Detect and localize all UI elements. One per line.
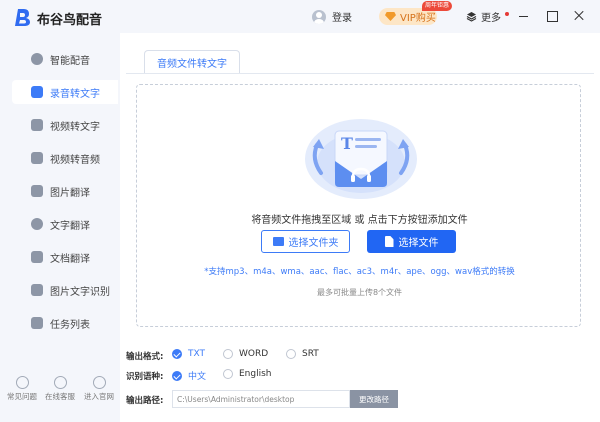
more-menu-button[interactable]: 更多 — [466, 9, 509, 24]
sidebar-item-label: 智能配音 — [50, 55, 90, 67]
select-file-label: 选择文件 — [398, 238, 439, 249]
sidebar-item-smart-dub[interactable]: 智能配音 — [12, 47, 118, 71]
language-radio-chinese[interactable]: 中文 — [172, 369, 206, 382]
support-icon — [53, 376, 67, 389]
sidebar-item-text-translate[interactable]: 文字翻译 — [12, 212, 118, 236]
sidebar-item-label: 文字翻译 — [50, 220, 90, 232]
promo-badge: 周年钜惠 — [422, 1, 453, 11]
online-support-link[interactable]: 在线客服 — [45, 376, 75, 402]
sidebar-item-video-to-text[interactable]: 视频转文字 — [12, 113, 118, 137]
output-path-input[interactable] — [172, 390, 350, 408]
ocr-icon — [31, 284, 43, 296]
change-path-button[interactable]: 更改路径 — [350, 390, 398, 408]
tab-audio-to-text[interactable]: 音频文件转文字 — [144, 50, 240, 74]
sidebar-item-label: 视频转音频 — [50, 154, 100, 166]
language-radio-english[interactable]: English — [223, 369, 272, 379]
maximize-button[interactable] — [542, 6, 562, 26]
task-list-icon — [31, 317, 43, 329]
file-drop-zone[interactable]: T 将音频文件拖拽至区域 或 点击下方按钮添加文件 选择文件夹 选择文件 *支持… — [136, 84, 581, 327]
app-title: 布谷鸟配音 — [37, 13, 103, 28]
diamond-icon — [385, 12, 396, 21]
radio-checked-icon — [172, 370, 182, 381]
format-option-label: TXT — [188, 349, 206, 359]
format-option-label: SRT — [302, 349, 319, 359]
radio-unchecked-icon — [223, 369, 233, 379]
main-panel: 音频文件转文字 T 将音频文件拖拽至区域 或 点击下方按钮添加文件 选择文件夹 … — [120, 33, 600, 422]
sidebar-item-task-list[interactable]: 任务列表 — [12, 311, 118, 335]
sidebar-item-image-translate[interactable]: 图片翻译 — [12, 179, 118, 203]
sidebar-item-label: 图片文字识别 — [50, 286, 110, 298]
format-option-label: WORD — [239, 349, 269, 359]
sidebar-item-ocr[interactable]: 图片文字识别 — [12, 278, 118, 302]
language-option-label: English — [239, 369, 272, 379]
batch-limit-text: 最多可批量上传8个文件 — [316, 288, 403, 297]
supported-formats-text: *支持mp3、m4a、wma、aac、flac、ac3、m4r、ape、ogg、… — [204, 267, 515, 277]
sidebar-item-label: 视频转文字 — [50, 121, 100, 133]
sidebar-item-label: 录音转文字 — [50, 88, 100, 100]
login-button[interactable]: 登录 — [312, 9, 352, 24]
radio-checked-icon — [172, 349, 182, 359]
sidebar-item-audio-to-text[interactable]: 录音转文字 — [12, 80, 118, 104]
sidebar: 智能配音 录音转文字 视频转文字 视频转音频 图片翻译 文字翻译 文档翻译 图片… — [0, 33, 120, 422]
folder-icon — [272, 237, 284, 246]
sidebar-item-video-to-audio[interactable]: 视频转音频 — [12, 146, 118, 170]
faq-link[interactable]: 常见问题 — [7, 376, 37, 402]
support-label: 在线客服 — [45, 392, 75, 401]
format-radio-txt[interactable]: TXT — [172, 349, 205, 359]
more-label: 更多 — [481, 13, 501, 24]
drop-hint-text: 将音频文件拖拽至区域 或 点击下方按钮添加文件 — [251, 215, 468, 226]
text-translate-icon — [31, 218, 43, 230]
video-to-text-icon — [31, 119, 43, 131]
video-to-audio-icon — [31, 152, 43, 164]
output-path-label: 输出路径: — [126, 396, 164, 406]
language-option-label: 中文 — [188, 372, 207, 382]
sidebar-item-label: 图片翻译 — [50, 187, 90, 199]
format-radio-srt[interactable]: SRT — [286, 349, 319, 359]
image-translate-icon — [31, 185, 43, 197]
sidebar-item-label: 任务列表 — [50, 319, 90, 331]
radio-unchecked-icon — [223, 349, 233, 359]
vip-label: VIP购买 — [400, 13, 436, 24]
sidebar-item-label: 文档翻译 — [50, 253, 90, 265]
layers-icon — [466, 12, 477, 22]
select-file-button[interactable]: 选择文件 — [367, 230, 456, 253]
file-icon — [384, 236, 394, 247]
doc-translate-icon — [31, 251, 43, 263]
smart-dub-icon — [31, 53, 43, 65]
website-icon — [92, 376, 106, 389]
format-radio-word[interactable]: WORD — [223, 349, 268, 359]
faq-label: 常见问题 — [7, 392, 37, 401]
sidebar-item-doc-translate[interactable]: 文档翻译 — [12, 245, 118, 269]
output-format-label: 输出格式: — [126, 352, 164, 362]
audio-to-text-icon — [31, 86, 43, 98]
website-link[interactable]: 进入官网 — [84, 376, 114, 402]
app-logo-icon — [15, 9, 30, 26]
upload-illustration-icon: T — [305, 119, 417, 199]
notification-dot — [505, 11, 509, 16]
radio-unchecked-icon — [286, 349, 296, 359]
login-label: 登录 — [332, 13, 352, 24]
website-label: 进入官网 — [84, 392, 114, 401]
close-button[interactable] — [569, 6, 589, 26]
select-folder-label: 选择文件夹 — [288, 238, 339, 249]
faq-icon — [15, 376, 29, 389]
svg-text:T: T — [341, 134, 353, 153]
minimize-button[interactable] — [514, 6, 534, 26]
language-label: 识别语种: — [126, 372, 164, 382]
user-avatar-icon — [312, 9, 326, 24]
select-folder-button[interactable]: 选择文件夹 — [261, 230, 350, 253]
tab-divider — [126, 73, 594, 74]
title-bar: 布谷鸟配音 登录 VIP购买 周年钜惠 更多 — [0, 0, 600, 33]
